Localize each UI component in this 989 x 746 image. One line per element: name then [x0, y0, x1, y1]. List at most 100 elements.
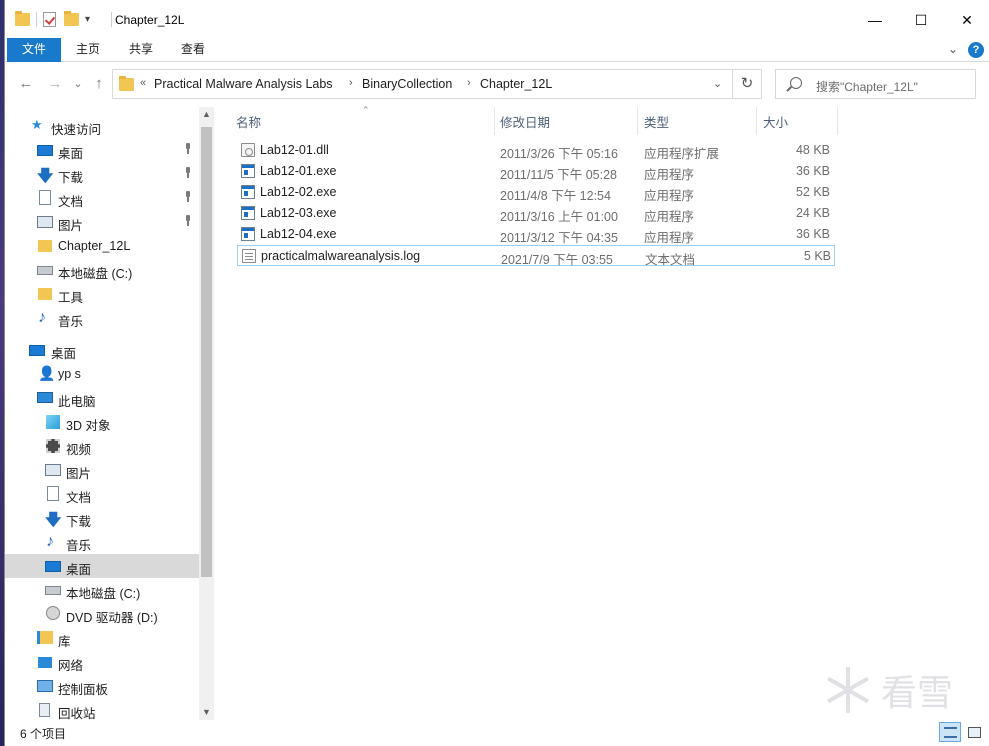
- breadcrumb-segment[interactable]: Chapter_12L: [480, 77, 552, 91]
- file-type: 应用程序: [644, 231, 695, 245]
- nav-recycle-bin[interactable]: 回收站: [5, 698, 199, 722]
- column-header-size[interactable]: 大小: [763, 112, 788, 131]
- nav-quick-access[interactable]: ★ 快速访问: [5, 114, 199, 138]
- nav-item-chapter12l[interactable]: Chapter_12L: [5, 234, 199, 258]
- tab-home[interactable]: 主页: [62, 38, 114, 62]
- scroll-down-arrow-icon[interactable]: ▼: [199, 705, 214, 720]
- file-date: 2011/11/5 下午 05:28: [500, 168, 617, 182]
- close-button[interactable]: ✕: [944, 0, 989, 40]
- pin-icon[interactable]: [183, 167, 193, 179]
- maximize-button[interactable]: ☐: [898, 0, 944, 40]
- search-icon: [790, 77, 802, 89]
- dvd-drive-icon: [46, 606, 60, 620]
- forward-button[interactable]: →: [45, 74, 65, 94]
- column-divider[interactable]: [637, 107, 638, 135]
- nav-item-documents[interactable]: 文档: [5, 186, 199, 210]
- nav-user[interactable]: 👤 yp s: [5, 362, 199, 386]
- network-icon: [38, 657, 52, 668]
- customize-toolbar-icon[interactable]: ▾: [85, 14, 90, 25]
- address-dropdown-icon[interactable]: ⌄: [713, 77, 722, 90]
- breadcrumb-segment[interactable]: BinaryCollection: [362, 77, 452, 91]
- nav-pc-documents[interactable]: 文档: [5, 482, 199, 506]
- nav-desktop-root[interactable]: 桌面: [5, 338, 199, 362]
- back-button[interactable]: ←: [16, 74, 36, 94]
- tab-view[interactable]: 查看: [167, 38, 219, 62]
- column-header-name[interactable]: 名称: [236, 112, 261, 131]
- nav-pc-desktop[interactable]: 桌面: [5, 554, 199, 578]
- file-date: 2011/3/12 下午 04:35: [500, 231, 618, 245]
- nav-pc-downloads[interactable]: 🡇 下载: [5, 506, 199, 530]
- large-icons-view-button[interactable]: [963, 722, 985, 742]
- nav-pc-3d-objects[interactable]: 3D 对象: [5, 410, 199, 434]
- column-header-type[interactable]: 类型: [644, 112, 669, 131]
- help-icon[interactable]: ?: [968, 42, 984, 58]
- properties-icon[interactable]: [43, 12, 56, 27]
- column-divider[interactable]: [494, 107, 495, 135]
- overflow-chevron-icon[interactable]: «: [140, 77, 146, 89]
- desktop-icon: [29, 345, 45, 356]
- scrollbar-thumb[interactable]: [201, 127, 212, 577]
- recent-locations-button[interactable]: ⌄: [68, 74, 88, 94]
- file-size: 36 KB: [795, 227, 830, 241]
- pictures-icon: [37, 216, 53, 228]
- divider: [111, 12, 112, 27]
- file-date: 2011/3/16 上午 01:00: [500, 210, 618, 224]
- new-folder-icon[interactable]: [64, 11, 79, 26]
- nav-pc-music[interactable]: ♪ 音乐: [5, 530, 199, 554]
- breadcrumb-segment[interactable]: Practical Malware Analysis Labs: [154, 77, 333, 91]
- file-row[interactable]: Lab12-03.exe 2011/3/16 上午 01:00 应用程序 24 …: [237, 203, 835, 224]
- file-row[interactable]: Lab12-01.exe 2011/11/5 下午 05:28 应用程序 36 …: [237, 161, 835, 182]
- document-icon: [39, 190, 51, 205]
- refresh-button[interactable]: ↻: [733, 69, 762, 99]
- search-placeholder: 搜索"Chapter_12L": [816, 80, 918, 94]
- nav-item-pictures[interactable]: 图片: [5, 210, 199, 234]
- expand-ribbon-icon[interactable]: ⌄: [934, 38, 972, 62]
- breadcrumb-separator-icon[interactable]: ›: [349, 77, 353, 89]
- nav-libraries[interactable]: 库: [5, 626, 199, 650]
- pin-icon[interactable]: [183, 143, 193, 155]
- file-row[interactable]: Lab12-02.exe 2011/4/8 下午 12:54 应用程序 52 K…: [237, 182, 835, 203]
- nav-this-pc[interactable]: 此电脑: [5, 386, 199, 410]
- nav-control-panel[interactable]: 控制面板: [5, 674, 199, 698]
- nav-network[interactable]: 网络: [5, 650, 199, 674]
- column-header-date[interactable]: 修改日期: [500, 112, 550, 131]
- address-bar[interactable]: « Practical Malware Analysis Labs › Bina…: [112, 69, 733, 99]
- drive-icon: [45, 586, 61, 595]
- up-button[interactable]: ↑: [89, 74, 109, 94]
- nav-item-desktop[interactable]: 桌面: [5, 138, 199, 162]
- exe-file-icon: [241, 227, 255, 241]
- nav-pc-videos[interactable]: 视频: [5, 434, 199, 458]
- nav-item-downloads[interactable]: 🡇 下载: [5, 162, 199, 186]
- file-row[interactable]: Lab12-01.dll 2011/3/26 下午 05:16 应用程序扩展 4…: [237, 140, 835, 161]
- nav-pc-dvd-drive[interactable]: DVD 驱动器 (D:): [5, 602, 199, 626]
- minimize-button[interactable]: —: [852, 0, 898, 40]
- pin-icon[interactable]: [183, 191, 193, 203]
- column-divider[interactable]: [756, 107, 757, 135]
- file-row[interactable]: Lab12-04.exe 2011/3/12 下午 04:35 应用程序 36 …: [237, 224, 835, 245]
- nav-scrollbar[interactable]: ▲ ▼: [199, 107, 214, 720]
- details-view-button[interactable]: [939, 722, 961, 742]
- nav-item-tools[interactable]: 工具: [5, 282, 199, 306]
- nav-item-local-disk[interactable]: 本地磁盘 (C:): [5, 258, 199, 282]
- tab-share[interactable]: 共享: [115, 38, 167, 62]
- pin-icon[interactable]: [183, 215, 193, 227]
- scroll-up-arrow-icon[interactable]: ▲: [199, 107, 214, 122]
- file-name: Lab12-04.exe: [260, 227, 337, 241]
- nav-pc-local-disk[interactable]: 本地磁盘 (C:): [5, 578, 199, 602]
- search-box[interactable]: 搜索"Chapter_12L": [775, 69, 976, 99]
- column-divider[interactable]: [837, 107, 838, 135]
- music-icon: ♪: [38, 309, 46, 326]
- file-row-selected[interactable]: practicalmalwareanalysis.log 2021/7/9 下午…: [237, 245, 835, 267]
- control-panel-icon: [37, 680, 53, 692]
- folder-icon: [119, 76, 134, 91]
- download-icon: 🡇: [45, 512, 62, 529]
- divider: [36, 12, 37, 27]
- video-icon: [46, 439, 60, 453]
- 3d-objects-icon: [46, 415, 60, 429]
- file-size: 48 KB: [795, 143, 830, 157]
- explorer-window: ▾ Chapter_12L — ☐ ✕ 文件 主页 共享 查看 ⌄ ? ← → …: [4, 0, 989, 746]
- breadcrumb-separator-icon[interactable]: ›: [467, 77, 471, 89]
- tab-file[interactable]: 文件: [7, 38, 62, 62]
- nav-item-music[interactable]: ♪ 音乐: [5, 306, 199, 330]
- nav-pc-pictures[interactable]: 图片: [5, 458, 199, 482]
